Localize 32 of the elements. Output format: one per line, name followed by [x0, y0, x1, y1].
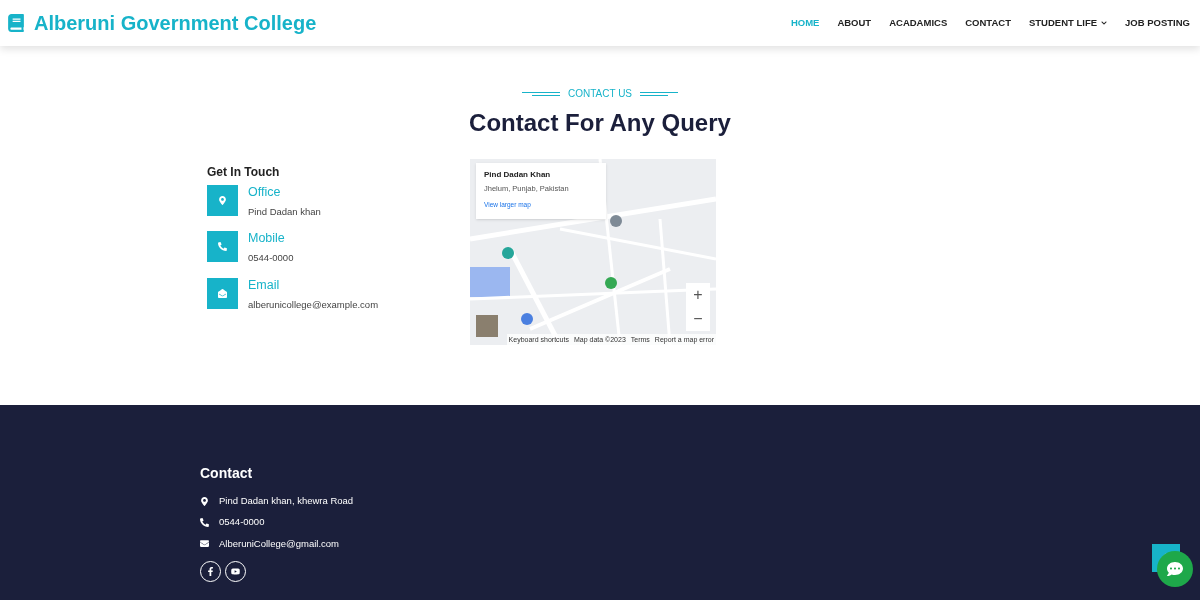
location-pin-icon — [218, 196, 227, 205]
envelope-icon — [200, 539, 209, 549]
location-pin-icon — [200, 496, 209, 506]
phone-icon — [218, 242, 227, 252]
get-in-touch-heading: Get In Touch — [207, 164, 281, 181]
zoom-in-button[interactable]: + — [686, 283, 710, 307]
nav-link[interactable]: STUDENT LIFE — [1028, 15, 1108, 31]
chat-button[interactable] — [1157, 551, 1193, 587]
nav-link[interactable]: JOB POSTING — [1125, 15, 1190, 31]
envelope-icon — [218, 288, 227, 298]
contact-value: Pind Dadan khan — [248, 205, 321, 219]
nav-link[interactable]: ABOUT — [837, 15, 872, 31]
section-title: Contact For Any Query — [469, 108, 731, 138]
footer-contact-text: AlberuniCollege@gmail.com — [219, 536, 339, 551]
phone-icon — [200, 517, 209, 527]
footer-contact-text: Pind Dadan khan, khewra Road — [219, 494, 354, 508]
youtube-icon — [231, 566, 240, 576]
place-name: Pind Dadan Khan — [484, 169, 552, 181]
zoom-out-button[interactable]: − — [686, 307, 710, 331]
contact-title: Email — [248, 277, 281, 292]
book-icon — [8, 14, 24, 32]
nav-link[interactable]: ACADAMICS — [889, 15, 948, 31]
footer-contact-text: 0544-0000 — [219, 515, 265, 530]
chat-bubble-icon — [1167, 561, 1183, 577]
facebook-icon — [206, 566, 215, 576]
contact-value: alberunicollege@example.com — [248, 297, 379, 312]
contact-value: 0544-0000 — [248, 251, 294, 266]
footer-heading: Contact — [200, 464, 254, 483]
nav-link[interactable]: CONTACT — [965, 15, 1011, 31]
contact-title: Mobile — [248, 231, 286, 246]
section-eyebrow: CONTACT US — [567, 87, 633, 101]
contact-title: Office — [248, 185, 282, 199]
